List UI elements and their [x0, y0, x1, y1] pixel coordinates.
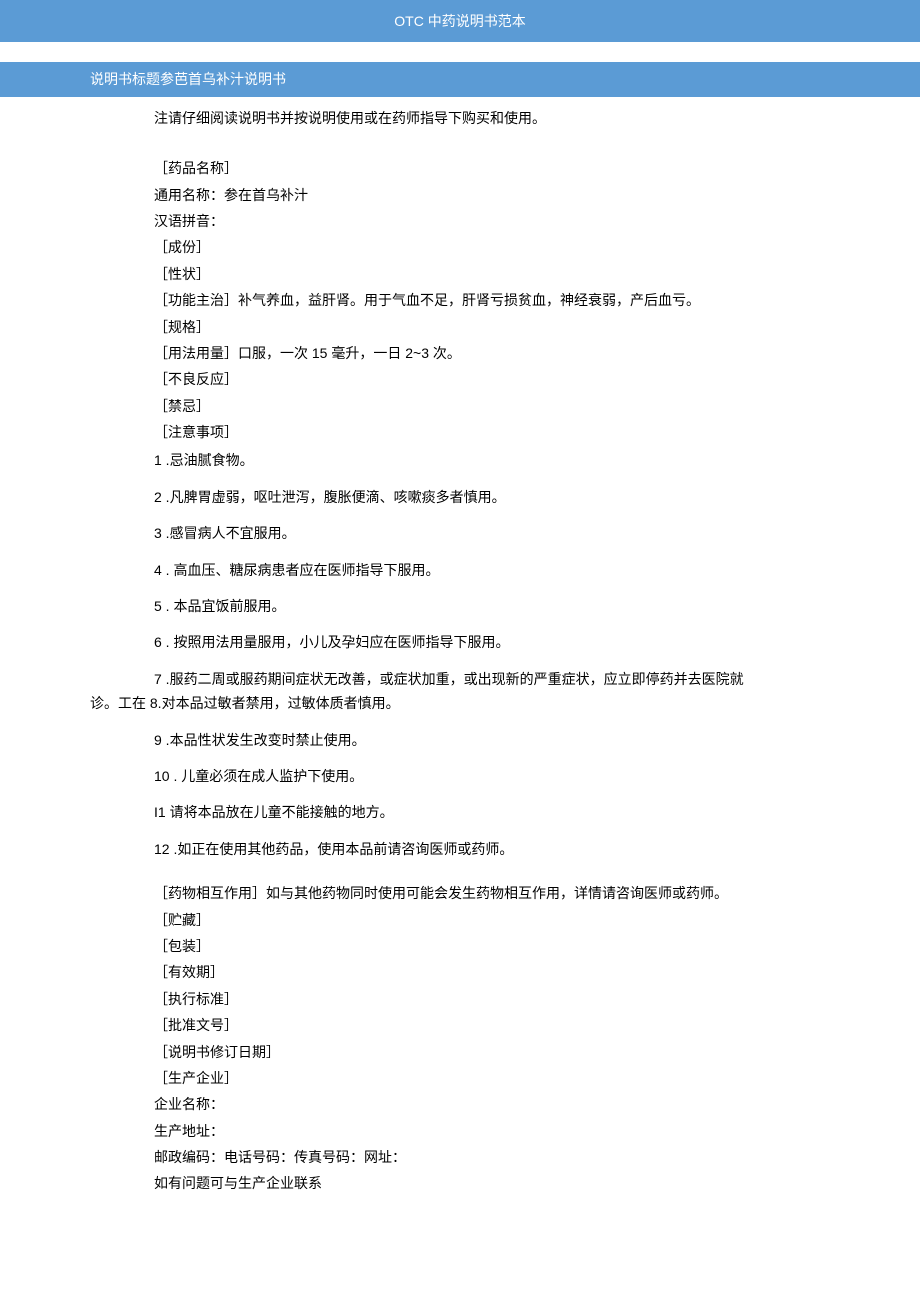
precaution-item-10: 10 . 儿童必须在成人监护下使用。: [90, 765, 830, 787]
validity: ［有效期］: [154, 961, 830, 983]
page-header: OTC 中药说明书范本: [0, 0, 920, 42]
contacts: 邮政编码：电话号码：传真号码：网址：: [154, 1146, 830, 1168]
spec: ［规格］: [154, 316, 830, 338]
precaution-item-7-line2: 诊。工在 8.对本品过敏者禁用，过敏体质者慎用。: [90, 692, 830, 714]
precaution-item-3: 3 .感冒病人不宜服用。: [90, 522, 830, 544]
interaction: ［药物相互作用］如与其他药物同时使用可能会发生药物相互作用，详情请咨询医师或药师…: [154, 882, 830, 904]
storage: ［贮藏］: [154, 909, 830, 931]
precaution-item-12: 12 .如正在使用其他药品，使用本品前请咨询医师或药师。: [90, 838, 830, 860]
precaution-item-5: 5 . 本品宜饭前服用。: [90, 595, 830, 617]
precaution-item-9: 9 .本品性状发生改变时禁止使用。: [90, 729, 830, 751]
tail-block: ［药物相互作用］如与其他药物同时使用可能会发生药物相互作用，详情请咨询医师或药师…: [90, 882, 830, 1195]
manufacturer-label: ［生产企业］: [154, 1067, 830, 1089]
precaution-item-1: 1 .忌油腻食物。: [90, 449, 830, 471]
precaution-item-2: 2 .凡脾胃虚弱，呕吐泄泻，腹胀便滴、咳嗽痰多者慎用。: [90, 486, 830, 508]
subheader: 说明书标题参芭首乌补汁说明书: [0, 62, 920, 96]
indications: ［功能主治］补气养血，益肝肾。用于气血不足，肝肾亏损贫血，神经衰弱，产后血亏。: [154, 289, 830, 311]
pinyin: 汉语拼音：: [154, 210, 830, 232]
notice-line: 注请仔细阅读说明书并按说明使用或在药师指导下购买和使用。: [90, 107, 830, 129]
revise-date: ［说明书修订日期］: [154, 1041, 830, 1063]
drug-name-label: ［药品名称］: [154, 157, 830, 179]
approval: ［批准文号］: [154, 1014, 830, 1036]
adverse: ［不良反应］: [154, 368, 830, 390]
dosage: ［用法用量］口服，一次 15 毫升，一日 2~3 次。: [154, 342, 830, 364]
properties: ［性状］: [154, 263, 830, 285]
field-block: ［药品名称］ 通用名称：参在首乌补汁 汉语拼音： ［成份］ ［性状］ ［功能主治…: [90, 157, 830, 443]
precaution-item-7: 7 .服药二周或服药期间症状无改善，或症状加重，或出现新的严重症状，应立即停药并…: [90, 668, 830, 715]
contra: ［禁忌］: [154, 395, 830, 417]
header-title: OTC 中药说明书范本: [394, 13, 525, 29]
document-body: 注请仔细阅读说明书并按说明使用或在药师指导下购买和使用。 ［药品名称］ 通用名称…: [0, 107, 920, 1195]
standard: ［执行标准］: [154, 988, 830, 1010]
generic-name: 通用名称：参在首乌补汁: [154, 184, 830, 206]
contact-note: 如有问题可与生产企业联系: [154, 1172, 830, 1194]
precaution-item-7-line1: 7 .服药二周或服药期间症状无改善，或症状加重，或出现新的严重症状，应立即停药并…: [90, 671, 744, 687]
company-name: 企业名称：: [154, 1093, 830, 1115]
subheader-text: 说明书标题参芭首乌补汁说明书: [90, 71, 286, 87]
precaution-item-4: 4 . 高血压、糖尿病患者应在医师指导下服用。: [90, 559, 830, 581]
precaution-item-11: I1 请将本品放在儿童不能接触的地方。: [90, 801, 830, 823]
precautions: ［注意事项］: [154, 421, 830, 443]
ingredients: ［成份］: [154, 236, 830, 258]
address: 生产地址：: [154, 1120, 830, 1142]
precaution-item-6: 6 . 按照用法用量服用，小儿及孕妇应在医师指导下服用。: [90, 631, 830, 653]
package: ［包装］: [154, 935, 830, 957]
